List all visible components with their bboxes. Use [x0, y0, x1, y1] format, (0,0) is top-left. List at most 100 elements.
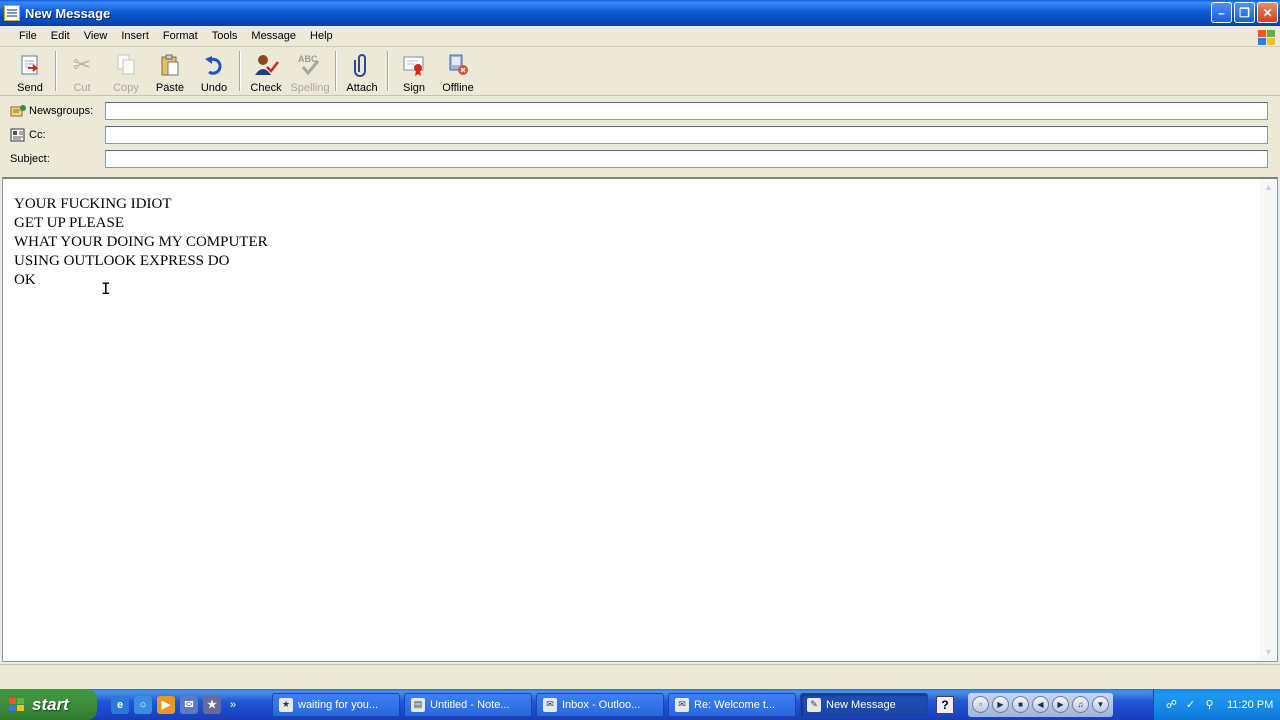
menu-format[interactable]: Format [156, 28, 205, 44]
taskbar-button-waiting[interactable]: ★ waiting for you... [272, 692, 400, 717]
windows-logo-icon [1256, 28, 1276, 46]
menu-insert[interactable]: Insert [114, 28, 156, 44]
taskbar-button-inbox[interactable]: ✉ Inbox - Outloo... [536, 692, 664, 717]
scroll-down-icon[interactable]: ▼ [1263, 647, 1274, 658]
send-button[interactable]: Send [8, 48, 52, 94]
undo-button[interactable]: Undo [192, 48, 236, 94]
new-message-icon: ✎ [807, 697, 821, 712]
volume-icon[interactable]: ♫ [1072, 696, 1089, 713]
firefox-icon[interactable]: ○ [134, 695, 152, 714]
spelling-label: Spelling [290, 82, 330, 94]
media-player-toolbar: ▫ ▶ ■ ◀ ▶ ♫ ▼ [968, 692, 1113, 717]
task-label: waiting for you... [298, 698, 379, 711]
start-button[interactable]: start [0, 689, 97, 720]
network-icon[interactable]: ☍ [1164, 697, 1179, 712]
sign-button[interactable]: Sign [392, 48, 436, 94]
window-controls: – ❐ ✕ [1211, 2, 1278, 23]
new-message-icon [4, 5, 20, 21]
window-title: New Message [25, 5, 111, 21]
menu-message[interactable]: Message [244, 28, 303, 44]
check-names-icon [253, 52, 279, 78]
body-line: YOUR FUCKING IDIOT [14, 196, 172, 212]
system-tray: ☍ ✓ ⚲ 11:20 PM [1153, 689, 1280, 720]
offline-button[interactable]: Offline [436, 48, 480, 94]
copy-button[interactable]: Copy [104, 48, 148, 94]
scroll-up-icon[interactable]: ▲ [1263, 182, 1274, 193]
paste-button[interactable]: Paste [148, 48, 192, 94]
copy-icon [113, 52, 139, 78]
chevron-down-icon[interactable]: ▼ [1092, 696, 1109, 713]
body-line: WHAT YOUR DOING MY COMPUTER [14, 234, 268, 250]
search-icon[interactable]: ⚲ [1202, 697, 1217, 712]
body-line: OK [14, 272, 36, 288]
close-icon: ✕ [1262, 5, 1273, 20]
newsgroups-button[interactable]: Newsgroups: [10, 104, 93, 118]
media-player-icon[interactable]: ▶ [157, 695, 175, 714]
task-label: Re: Welcome t... [694, 698, 776, 711]
close-button[interactable]: ✕ [1257, 2, 1278, 23]
body-line: USING OUTLOOK EXPRESS DO [14, 253, 230, 269]
newsgroups-field[interactable] [105, 102, 1268, 120]
message-headers: Newsgroups: Cc: Subject: [0, 97, 1280, 173]
minimize-button[interactable]: – [1211, 2, 1232, 23]
messenger-icon: ★ [279, 697, 293, 712]
vertical-scrollbar[interactable]: ▲ ▼ [1260, 179, 1277, 661]
taskbar-button-notepad[interactable]: ▤ Untitled - Note... [404, 692, 532, 717]
previous-icon[interactable]: ◀ [1032, 696, 1049, 713]
spelling-button[interactable]: ABC Spelling [288, 48, 332, 94]
stop-icon[interactable]: ■ [1012, 696, 1029, 713]
start-label: start [32, 694, 69, 714]
help-icon[interactable]: ? [936, 695, 954, 714]
outlook-express-icon: ✉ [543, 697, 557, 712]
menu-tools[interactable]: Tools [205, 28, 245, 44]
outlook-express-icon[interactable]: ✉ [180, 695, 198, 714]
taskbar: start e ○ ▶ ✉ ★ » ★ waiting for you... ▤… [0, 689, 1280, 720]
menu-view[interactable]: View [77, 28, 115, 44]
title-bar[interactable]: New Message – ❐ ✕ [0, 0, 1280, 26]
restore-button[interactable]: ❐ [1234, 2, 1255, 23]
quick-launch: e ○ ▶ ✉ ★ » [97, 695, 272, 714]
check-names-button[interactable]: Check [244, 48, 288, 94]
clock[interactable]: 11:20 PM [1227, 699, 1273, 711]
subject-field[interactable] [105, 150, 1268, 168]
cc-field[interactable] [105, 126, 1268, 144]
cc-label: Cc: [29, 129, 46, 141]
check-label: Check [250, 82, 282, 94]
media-restore-icon[interactable]: ▫ [972, 696, 989, 713]
menu-edit[interactable]: Edit [44, 28, 77, 44]
messenger-icon[interactable]: ★ [203, 695, 221, 714]
copy-label: Copy [113, 82, 139, 94]
cut-button[interactable]: ✂ Cut [60, 48, 104, 94]
undo-icon [201, 52, 227, 78]
spelling-icon: ABC [297, 52, 323, 78]
menu-bar: File Edit View Insert Format Tools Messa… [0, 26, 1280, 47]
text-cursor-icon: I [101, 279, 111, 298]
play-icon[interactable]: ▶ [992, 696, 1009, 713]
message-body-text[interactable]: YOUR FUCKING IDIOT GET UP PLEASE WHAT YO… [14, 195, 268, 290]
scissors-icon: ✂ [72, 52, 92, 77]
menu-help[interactable]: Help [303, 28, 340, 44]
restore-icon: ❐ [1239, 5, 1250, 20]
newsgroups-row: Newsgroups: [0, 99, 1280, 123]
send-label: Send [17, 82, 43, 94]
toolbar-separator [335, 51, 337, 91]
toolbar: Send ✂ Cut Copy Paste Undo Check ABC Spe… [0, 48, 1280, 96]
attach-button[interactable]: Attach [340, 48, 384, 94]
subject-row: Subject: [0, 147, 1280, 171]
status-bar [0, 664, 1280, 688]
windows-logo-icon [8, 697, 26, 713]
internet-explorer-icon[interactable]: e [111, 695, 129, 714]
toolbar-separator [387, 51, 389, 91]
security-shield-icon[interactable]: ✓ [1183, 697, 1198, 712]
cut-label: Cut [73, 82, 91, 94]
send-icon [17, 52, 43, 78]
next-icon[interactable]: ▶ [1052, 696, 1069, 713]
menu-file[interactable]: File [12, 28, 44, 44]
cc-button[interactable]: Cc: [10, 128, 46, 142]
taskbar-button-new-message[interactable]: ✎ New Message [800, 692, 928, 717]
message-body[interactable]: YOUR FUCKING IDIOT GET UP PLEASE WHAT YO… [2, 177, 1278, 662]
quick-launch-more-button[interactable]: » [230, 699, 236, 711]
minimize-icon: – [1218, 5, 1225, 20]
taskbar-button-re-welcome[interactable]: ✉ Re: Welcome t... [668, 692, 796, 717]
notepad-icon: ▤ [411, 697, 425, 712]
